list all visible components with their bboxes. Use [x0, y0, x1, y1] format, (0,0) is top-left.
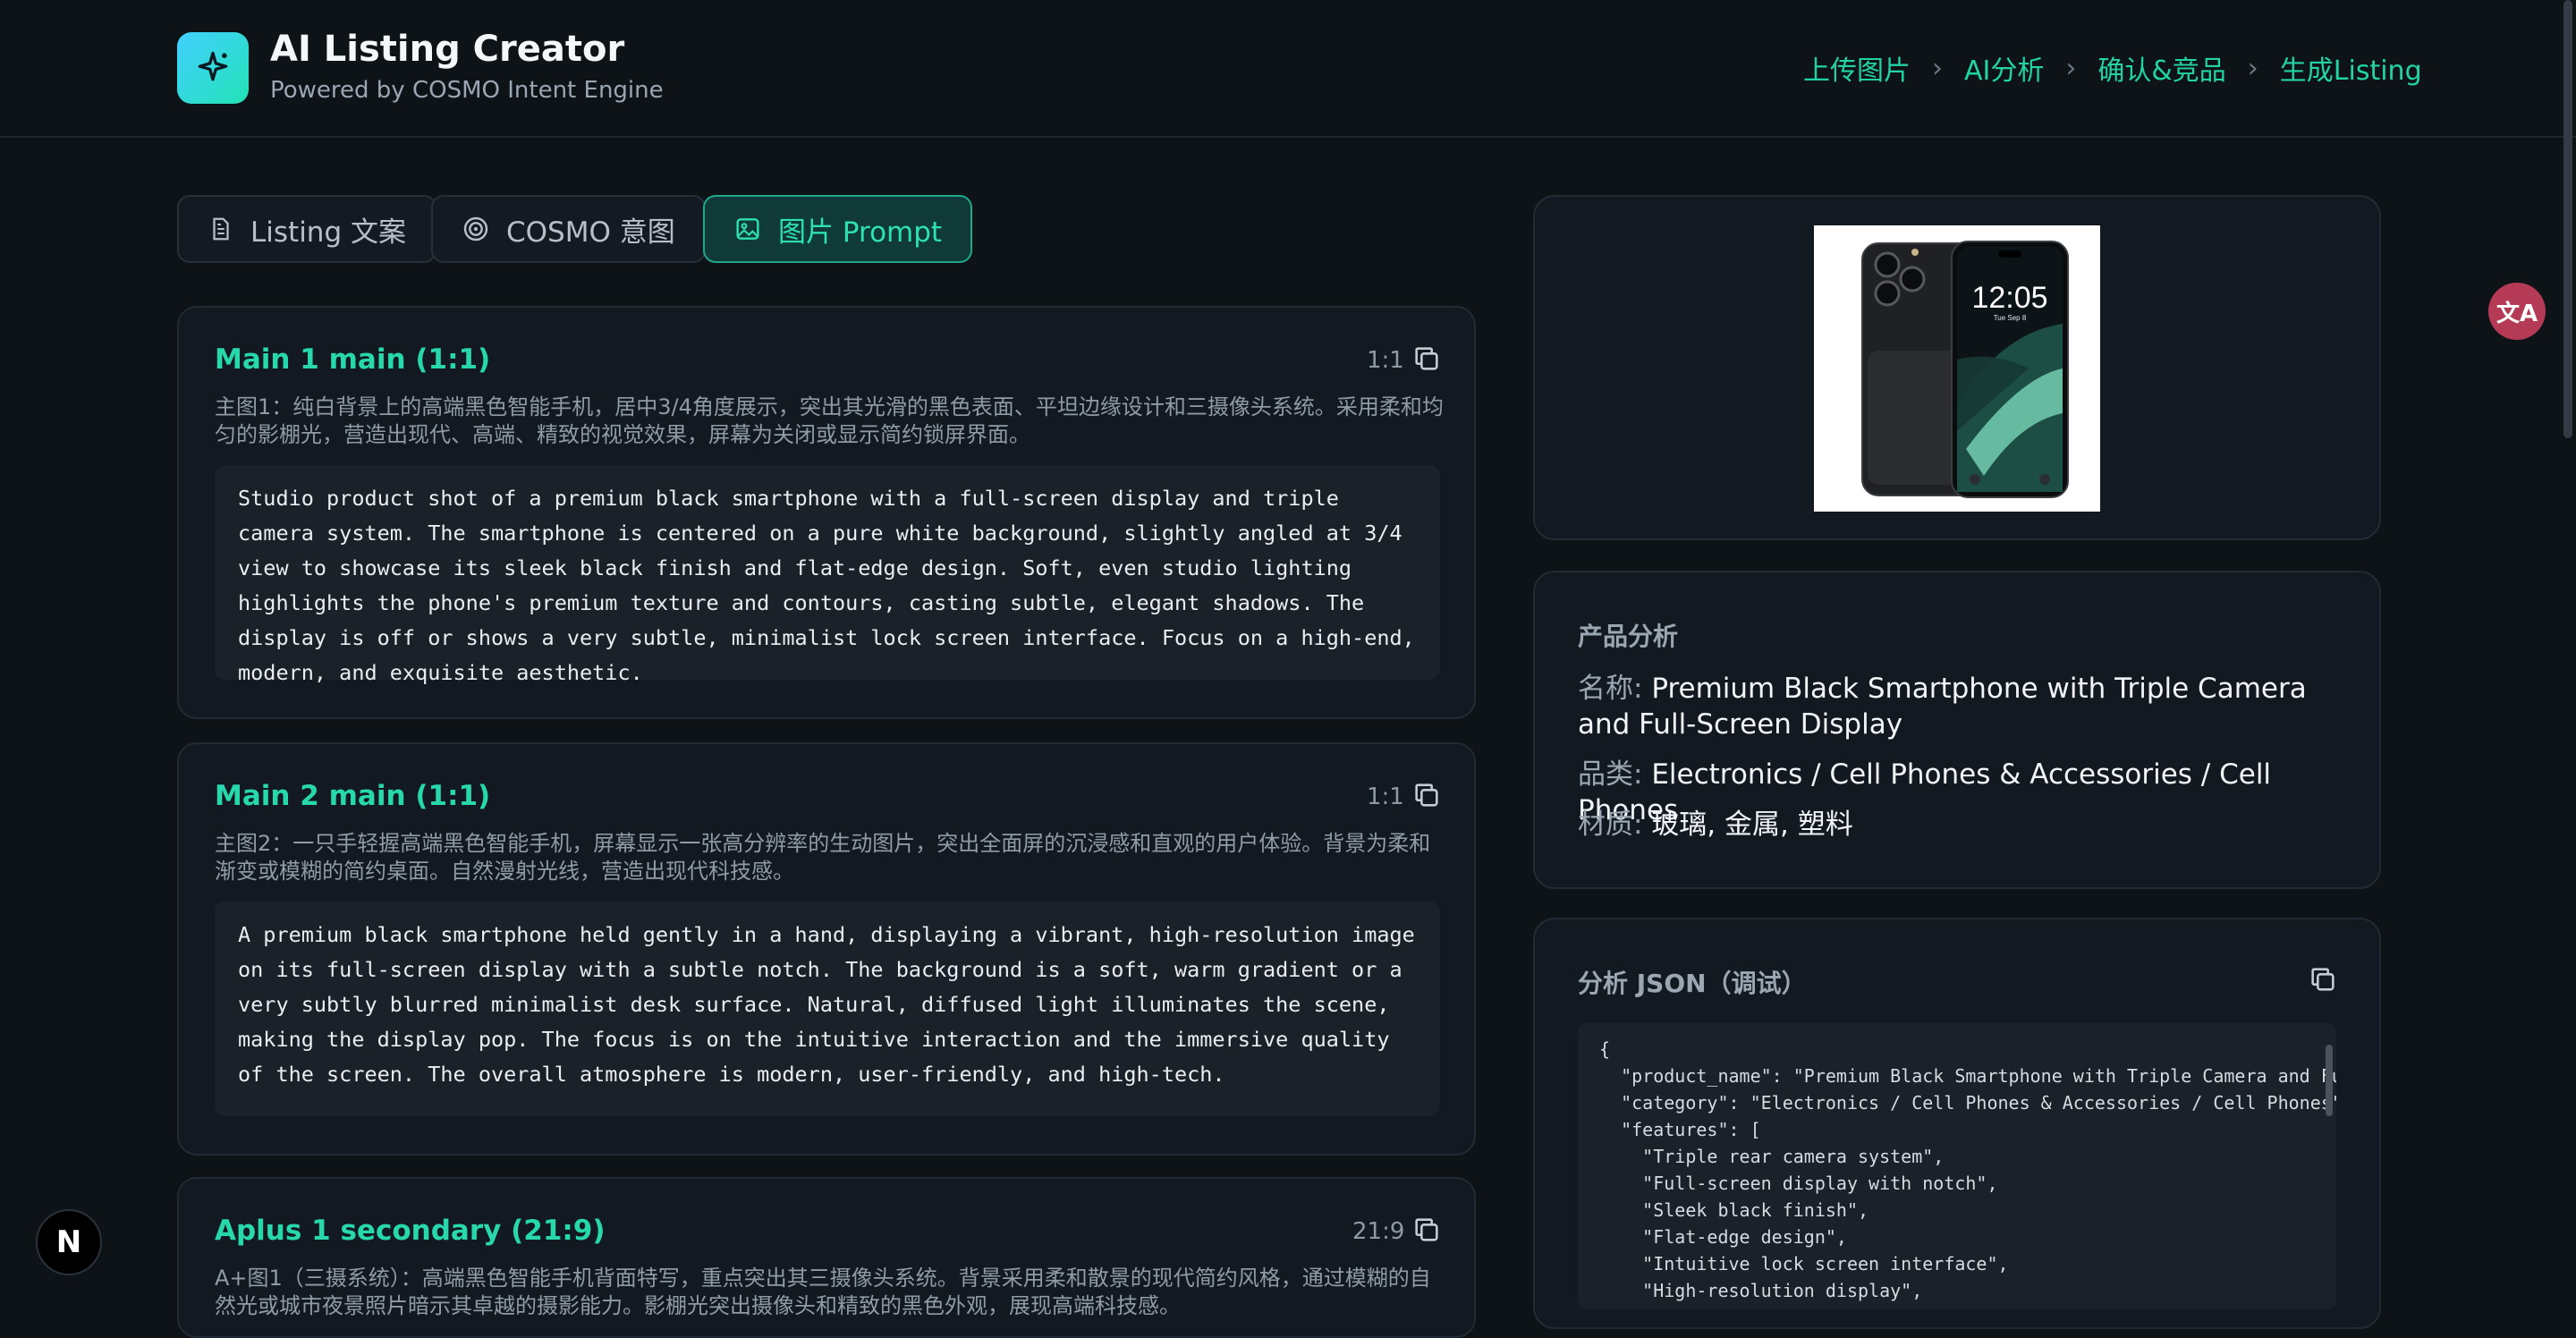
json-line: "category": "Electronics / Cell Phones &…: [1599, 1092, 2336, 1114]
tab-cosmo-intent[interactable]: COSMO 意图: [431, 195, 706, 263]
tab-listing-copy[interactable]: Listing 文案: [177, 195, 436, 263]
json-line: "Triple rear camera system",: [1599, 1146, 1945, 1167]
tab-label: COSMO 意图: [506, 216, 675, 249]
json-debug-panel: 分析 JSON（调试） { "product_name": "Premium B…: [1533, 918, 2381, 1329]
chevron-right-icon: ›: [1932, 52, 1943, 84]
copy-icon[interactable]: [1411, 1215, 1442, 1245]
target-icon: [463, 216, 488, 241]
prompt-card: Main 2 main (1:1) 1:1 主图2：一只手轻握高端黑色智能手机，…: [177, 742, 1476, 1156]
app-logo: [177, 32, 249, 104]
prompt-text-en[interactable]: A premium black smartphone held gently i…: [215, 902, 1440, 1116]
prompt-description-zh: A+图1（三摄系统）：高端黑色智能手机背面特写，重点突出其三摄像头系统。背景采用…: [215, 1266, 1431, 1318]
app-title: AI Listing Creator: [270, 29, 625, 70]
step-breadcrumb: 上传图片 › AI分析 › 确认&竞品 › 生成Listing: [1803, 48, 2422, 88]
page-scrollbar[interactable]: [2563, 0, 2572, 438]
copy-icon[interactable]: [2308, 964, 2338, 995]
step-generate[interactable]: 生成Listing: [2280, 48, 2422, 88]
image-icon: [736, 218, 759, 240]
chevron-right-icon: ›: [2247, 52, 2258, 84]
phone-date: Tue Sep 8: [1994, 314, 2027, 322]
product-name-row: 名称: Premium Black Smartphone with Triple…: [1578, 671, 2347, 742]
category-label: 品类:: [1578, 758, 1643, 791]
json-scrollbar[interactable]: [2326, 1045, 2333, 1116]
prompt-ratio: 21:9: [1352, 1218, 1405, 1245]
name-value: Premium Black Smartphone with Triple Cam…: [1578, 673, 2307, 741]
json-code-block[interactable]: { "product_name": "Premium Black Smartph…: [1578, 1023, 2336, 1309]
json-line: "Flat-edge design",: [1599, 1226, 1847, 1248]
material-label: 材质:: [1578, 809, 1643, 841]
step-confirm[interactable]: 确认&竞品: [2097, 48, 2225, 88]
prompt-ratio: 1:1: [1367, 347, 1404, 374]
section-title: 产品分析: [1578, 622, 1679, 651]
tab-label: Listing 文案: [250, 216, 406, 249]
step-upload[interactable]: 上传图片: [1803, 48, 1911, 88]
json-line: "Sleek black finish",: [1599, 1199, 1869, 1221]
json-line: "product_name": "Premium Black Smartphon…: [1599, 1065, 2336, 1087]
phone-clock: 12:05: [1971, 281, 2047, 315]
prompt-description-zh: 主图1：纯白背景上的高端黑色智能手机，居中3/4角度展示，突出其光滑的黑色表面、…: [215, 394, 1444, 447]
json-line: "Intuitive lock screen interface",: [1599, 1253, 2009, 1274]
prompt-title: Aplus 1 secondary (21:9): [215, 1215, 606, 1247]
product-analysis-panel: 产品分析 名称: Premium Black Smartphone with T…: [1533, 571, 2381, 889]
chevron-right-icon: ›: [2065, 52, 2077, 84]
sparkle-icon: [198, 51, 228, 81]
json-line: "features": [: [1599, 1119, 1761, 1140]
section-title: 分析 JSON（调试）: [1578, 969, 1807, 998]
tab-label: 图片 Prompt: [778, 216, 943, 249]
prompt-description-zh: 主图2：一只手轻握高端黑色智能手机，屏幕显示一张高分辨率的生动图片，突出全面屏的…: [215, 831, 1431, 884]
prompt-title: Main 2 main (1:1): [215, 780, 491, 812]
material-value: 玻璃, 金属, 塑料: [1651, 809, 1853, 841]
step-ai-analysis[interactable]: AI分析: [1964, 48, 2044, 88]
copy-icon[interactable]: [1411, 780, 1442, 810]
json-line: "Full-screen display with notch",: [1599, 1173, 1998, 1194]
prompt-card: Aplus 1 secondary (21:9) 21:9 A+图1（三摄系统）…: [177, 1177, 1476, 1338]
app-subtitle: Powered by COSMO Intent Engine: [270, 77, 664, 104]
copy-icon[interactable]: [1411, 343, 1442, 374]
product-material-row: 材质: 玻璃, 金属, 塑料: [1578, 807, 2347, 843]
translate-button[interactable]: 文A: [2488, 283, 2546, 340]
prompt-text-en[interactable]: Studio product shot of a premium black s…: [215, 465, 1440, 685]
next-devtools-button[interactable]: N: [36, 1209, 102, 1275]
product-image-panel: 12:05 Tue Sep 8: [1533, 195, 2381, 540]
prompt-ratio: 1:1: [1367, 783, 1404, 810]
json-line: "High-resolution display",: [1599, 1280, 1923, 1301]
name-label: 名称:: [1578, 673, 1643, 705]
product-image: 12:05 Tue Sep 8: [1814, 225, 2100, 512]
prompt-title: Main 1 main (1:1): [215, 343, 491, 376]
smartphone-illustration: 12:05 Tue Sep 8: [1861, 241, 2069, 498]
prompt-card: Main 1 main (1:1) 1:1 主图1：纯白背景上的高端黑色智能手机…: [177, 306, 1476, 719]
tab-image-prompt[interactable]: 图片 Prompt: [703, 195, 973, 263]
document-icon: [213, 217, 229, 241]
json-line: {: [1599, 1038, 1611, 1060]
